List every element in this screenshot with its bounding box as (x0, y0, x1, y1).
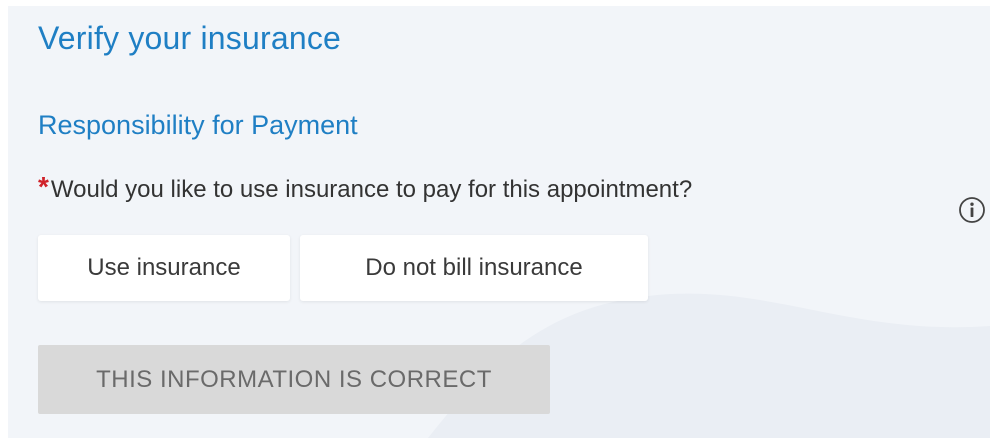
required-marker: * (38, 171, 49, 202)
use-insurance-button[interactable]: Use insurance (38, 235, 290, 301)
section-title: Responsibility for Payment (38, 110, 358, 140)
insurance-question: * Would you like to use insurance to pay… (38, 171, 693, 204)
page-title: Verify your insurance (38, 20, 342, 56)
insurance-question-text: Would you like to use insurance to pay f… (50, 176, 693, 203)
verify-insurance-panel: Verify your insurance Responsibility for… (8, 6, 990, 438)
do-not-bill-insurance-button[interactable]: Do not bill insurance (300, 235, 648, 301)
info-circle-icon[interactable] (958, 196, 986, 224)
information-correct-button[interactable]: THIS INFORMATION IS CORRECT (38, 345, 550, 414)
